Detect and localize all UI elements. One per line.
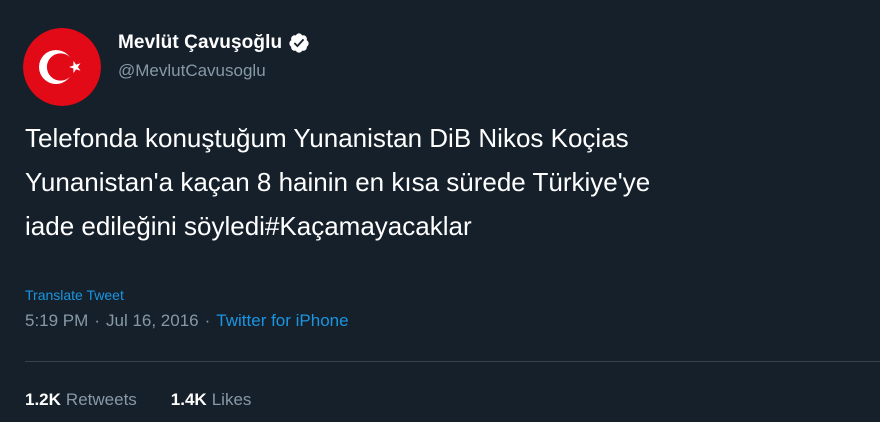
avatar[interactable] <box>23 28 101 106</box>
retweets-label: Retweets <box>65 390 137 409</box>
turkish-flag-avatar-icon <box>23 28 101 106</box>
tweet-card: Mevlüt Çavuşoğlu @MevlutCavusoglu Telefo… <box>0 0 880 422</box>
meta-separator: · <box>204 311 211 330</box>
tweet-date[interactable]: Jul 16, 2016 <box>106 311 199 331</box>
translate-tweet-link[interactable]: Translate Tweet <box>25 287 124 303</box>
likes-stat[interactable]: 1.4K Likes <box>171 390 252 410</box>
author-display-name[interactable]: Mevlüt Çavuşoğlu <box>118 32 282 54</box>
retweets-stat[interactable]: 1.2K Retweets <box>25 390 137 410</box>
tweet-text: Telefonda konuştuğum Yunanistan DiB Niko… <box>25 123 651 241</box>
likes-label: Likes <box>211 390 252 409</box>
tweet-stats: 1.2K Retweets 1.4K Likes <box>25 390 285 410</box>
verified-badge-icon <box>288 32 310 54</box>
divider <box>25 361 880 362</box>
tweet-time[interactable]: 5:19 PM <box>25 311 88 331</box>
retweets-count: 1.2K <box>25 390 61 409</box>
likes-count: 1.4K <box>170 390 207 409</box>
author-name-row[interactable]: Mevlüt Çavuşoğlu <box>118 30 310 56</box>
meta-separator: · <box>94 311 100 330</box>
tweet-source-link[interactable]: Twitter for iPhone <box>216 311 348 331</box>
author-handle[interactable]: @MevlutCavusoglu <box>118 61 266 81</box>
tweet-meta: 5:19 PM · Jul 16, 2016 · Twitter for iPh… <box>25 311 349 331</box>
